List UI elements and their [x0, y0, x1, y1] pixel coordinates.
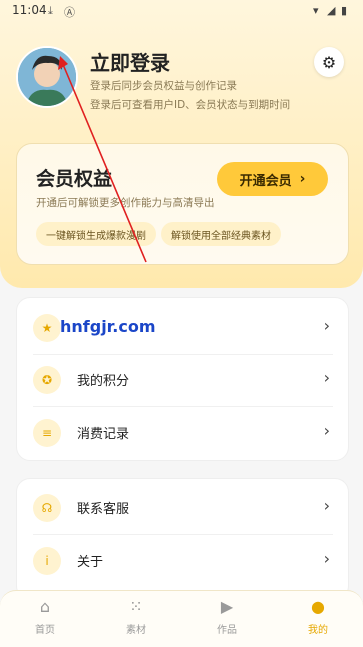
grid-icon: ⁙ — [129, 597, 143, 616]
signal-icon: ◢ — [327, 4, 336, 17]
chevron-right-icon: › — [323, 368, 330, 387]
status-bar: 11:04 ⤓ Ⓐ ▾ ◢ ▮ — [0, 0, 363, 22]
list-item-points[interactable]: ✪ 我的积分 › — [17, 354, 348, 406]
star-coin-icon: ✪ — [33, 366, 61, 394]
member-description: 开通后可解锁更多创作能力与高清导出 — [36, 197, 215, 209]
chevron-right-icon: › — [323, 496, 330, 515]
info-icon: i — [33, 547, 61, 575]
member-title: 会员权益 — [36, 168, 113, 190]
download-icon: ⤓ — [48, 4, 53, 17]
nav-mine-label: 我的 — [308, 625, 328, 636]
chevron-right-icon: › — [323, 421, 330, 440]
login-subtitle-2: 登录后可查看用户ID、会员状态与到期时间 — [90, 99, 291, 111]
list-item-support[interactable]: ☊ 联系客服 › — [17, 482, 348, 534]
nav-materials[interactable]: ⁙ 素材 — [101, 597, 171, 636]
watermark: hnfgjr.com — [60, 317, 156, 336]
nav-home-label: 首页 — [35, 625, 55, 636]
member-card: 会员权益 开通后可解锁更多创作能力与高清导出 开通会员 › 一键解锁生成爆款漫剧… — [16, 143, 349, 265]
support-label: 联系客服 — [77, 502, 130, 517]
nav-works-label: 作品 — [217, 625, 237, 636]
open-membership-button[interactable]: 开通会员 › — [217, 162, 328, 196]
nav-materials-label: 素材 — [126, 625, 146, 636]
nav-mine[interactable]: ● 我的 — [283, 597, 353, 636]
user-icon: ● — [311, 597, 325, 616]
receipt-icon: ≡ — [33, 419, 61, 447]
benefit-pill-1: 一键解锁生成爆款漫剧 — [36, 222, 156, 246]
chevron-right-icon: › — [323, 549, 330, 568]
headset-icon: ☊ — [33, 494, 61, 522]
login-title[interactable]: 立即登录 — [90, 47, 170, 76]
points-label: 我的积分 — [77, 374, 130, 389]
battery-icon: ▮ — [341, 4, 348, 17]
a-icon: Ⓐ — [64, 6, 75, 19]
chevron-right-icon: › — [299, 171, 306, 187]
list-item-purchases[interactable]: ≡ 消费记录 › — [17, 407, 348, 459]
star-icon: ★ — [33, 314, 61, 342]
home-icon: ⌂ — [39, 597, 51, 616]
login-subtitle-1: 登录后同步会员权益与创作记录 — [90, 80, 237, 92]
nav-home[interactable]: ⌂ 首页 — [10, 597, 80, 636]
play-icon: ▶ — [220, 597, 234, 616]
chevron-right-icon: › — [323, 316, 330, 335]
gear-icon: ⚙ — [321, 52, 337, 72]
list-item-about[interactable]: i 关于 › — [17, 535, 348, 587]
purchases-label: 消费记录 — [77, 427, 130, 442]
benefit-pill-2: 解锁使用全部经典素材 — [161, 222, 281, 246]
status-time: 11:04 — [12, 3, 47, 17]
wifi-icon: ▾ — [313, 4, 319, 17]
settings-button[interactable]: ⚙ — [314, 47, 344, 77]
bottom-nav: ⌂ 首页 ⁙ 素材 ▶ 作品 ● 我的 — [0, 590, 363, 647]
open-membership-label: 开通会员 — [239, 173, 292, 189]
avatar-image — [18, 48, 76, 106]
nav-works[interactable]: ▶ 作品 — [192, 597, 262, 636]
menu-card-2: ☊ 联系客服 › i 关于 › — [16, 478, 349, 600]
about-label: 关于 — [77, 555, 104, 570]
avatar[interactable] — [16, 46, 78, 108]
